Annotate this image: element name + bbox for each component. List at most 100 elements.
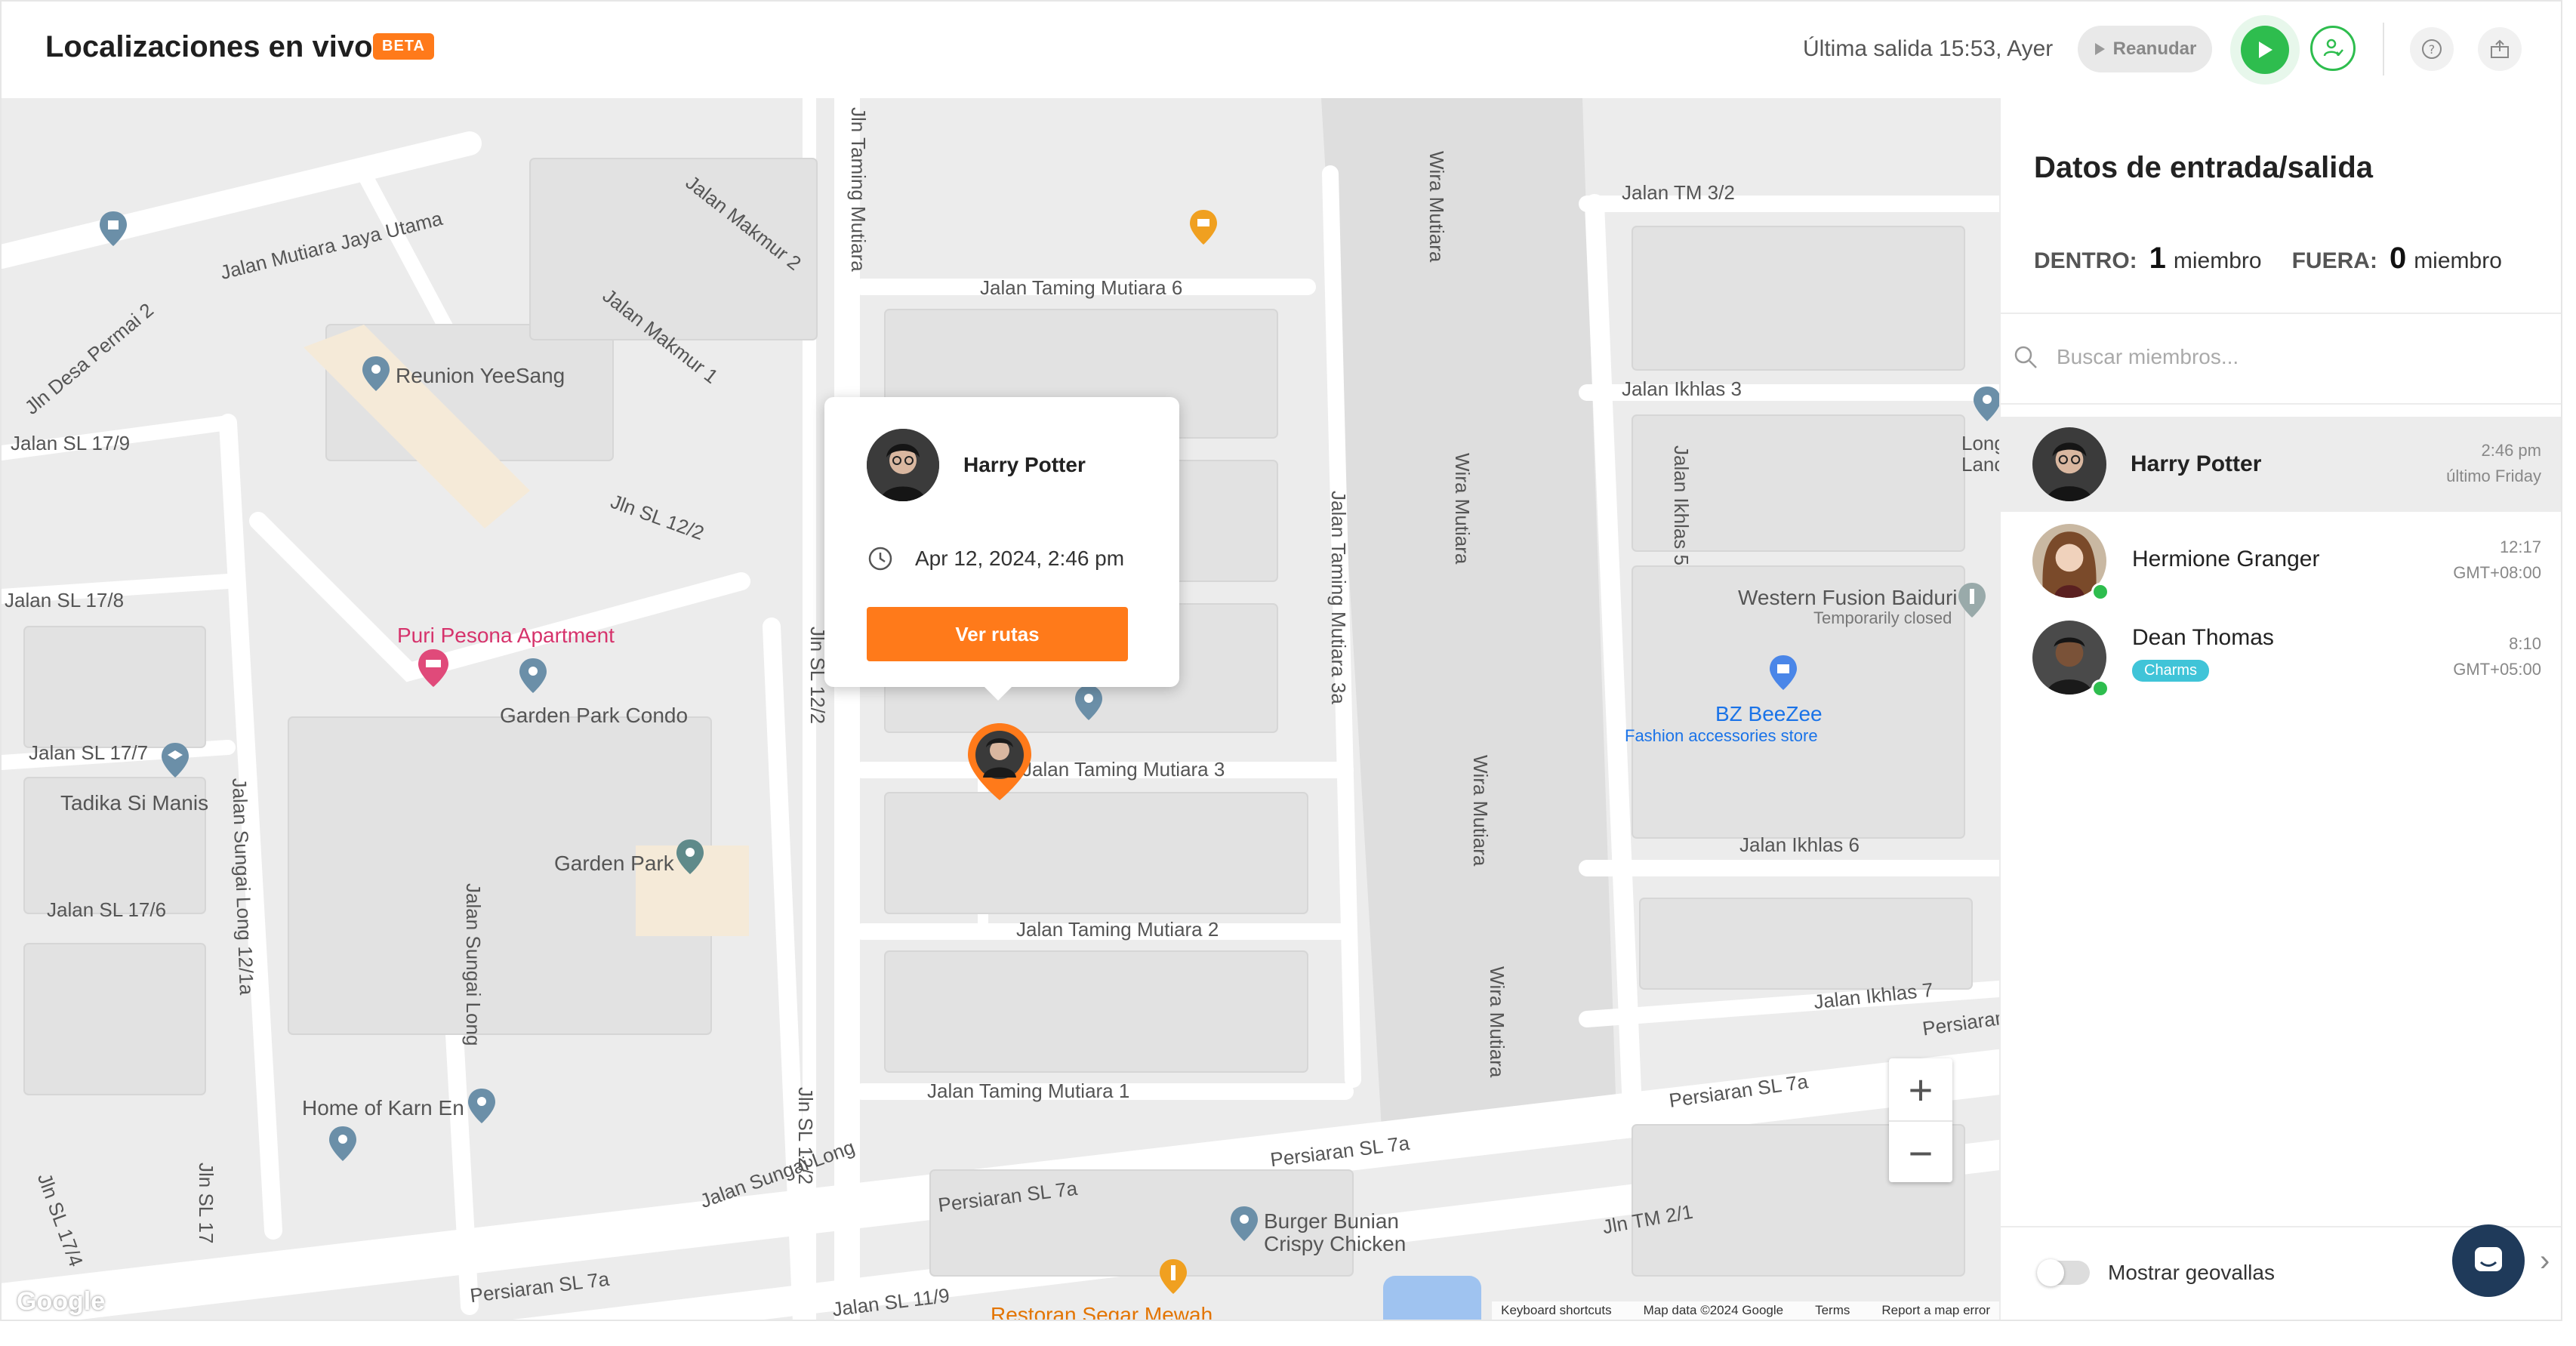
street-label: Wira Mutiara — [1469, 755, 1492, 867]
street-label: Jalan Ikhlas 6 — [1739, 833, 1860, 856]
member-time: 12:17 GMT+08:00 — [2453, 534, 2541, 586]
map-data-text: Map data ©2024 Google — [1643, 1303, 1784, 1317]
member-name: Harry Potter — [2131, 451, 2262, 476]
poi-label[interactable]: Puri Pesona Apartment — [397, 624, 615, 648]
play-button[interactable] — [2241, 26, 2289, 74]
search-input[interactable] — [2055, 344, 2511, 370]
popup-datetime: Apr 12, 2024, 2:46 pm — [915, 547, 1125, 570]
zoom-out-button[interactable]: − — [1889, 1120, 1952, 1184]
member-location-marker[interactable] — [963, 720, 1036, 803]
divider — [2001, 403, 2561, 405]
poi-label[interactable]: Lanc — [1961, 453, 1999, 476]
school-pin-icon — [162, 743, 189, 778]
inout-stats: DENTRO: 1 miembro FUERA: 0 miembro — [2034, 242, 2532, 276]
geofence-label: Mostrar geovallas — [2108, 1261, 2275, 1284]
place-pin-icon — [1231, 1206, 1258, 1241]
street-label: Jalan Ikhlas 5 — [1670, 445, 1693, 565]
help-button[interactable]: ? — [2410, 27, 2454, 71]
chat-icon — [2475, 1247, 2502, 1271]
divider — [2001, 313, 2561, 314]
street-label: Jalan Taming Mutiara 3 — [1022, 758, 1225, 781]
place-pin-icon — [362, 356, 390, 391]
map-attribution: Keyboard shortcuts Map data ©2024 Google… — [1492, 1301, 1999, 1320]
orange-pin-icon — [968, 723, 1031, 800]
street-label: Jalan SL 17/7 — [29, 741, 149, 764]
cafe-pin-icon — [1190, 210, 1217, 245]
street-label: Jalan Ikhlas 3 — [1622, 377, 1742, 400]
poi-label[interactable]: Tadika Si Manis — [60, 791, 208, 815]
member-row-dean[interactable]: Dean Thomas Charms 8:10 GMT+05:00 — [2001, 608, 2561, 704]
chevron-right-icon[interactable]: › — [2540, 1244, 2550, 1278]
outside-count: 0 — [2389, 242, 2407, 275]
keyboard-shortcuts-link[interactable]: Keyboard shortcuts — [1501, 1303, 1611, 1318]
street-label: Jalan TM 3/2 — [1622, 181, 1735, 204]
outside-unit: miembro — [2414, 248, 2502, 273]
member-time: 8:10 GMT+05:00 — [2453, 631, 2541, 682]
terms-link[interactable]: Terms — [1815, 1303, 1850, 1318]
toggle-knob — [2037, 1259, 2064, 1286]
zoom-controls: + − — [1889, 1058, 1952, 1182]
poi-label[interactable]: Garden Park — [554, 852, 674, 876]
poi-label[interactable]: BZ BeeZee — [1715, 702, 1823, 726]
member-row-harry[interactable]: Harry Potter 2:46 pm último Friday — [2001, 417, 2561, 512]
avatar — [867, 429, 939, 501]
view-routes-button[interactable]: Ver rutas — [867, 607, 1128, 661]
member-last-day: último Friday — [2446, 467, 2541, 485]
panel-title: Datos de entrada/salida — [2034, 151, 2374, 184]
poi-label[interactable]: Reunion YeeSang — [396, 364, 565, 388]
online-status-dot — [2091, 679, 2109, 698]
restaurant-pin-icon — [1958, 583, 1986, 618]
zoom-in-button[interactable]: + — [1889, 1058, 1952, 1120]
poi-label[interactable]: Burger Bunian — [1264, 1209, 1399, 1234]
chat-button[interactable] — [2452, 1224, 2525, 1297]
street-label: Jalan Taming Mutiara 1 — [927, 1080, 1130, 1102]
live-map[interactable]: Jalan Mutiara Jaya Utama Jalan Makmur 2 … — [2, 98, 1999, 1320]
inside-unit: miembro — [2173, 248, 2262, 273]
place-pin-icon — [468, 1089, 495, 1123]
shop-pin-icon — [1770, 655, 1797, 690]
popup-member-name: Harry Potter — [963, 453, 1086, 476]
street-label: Jln SL 17 — [195, 1163, 217, 1244]
member-row-hermione[interactable]: Hermione Granger 12:17 GMT+08:00 — [2001, 512, 2561, 607]
inout-panel: Datos de entrada/salida DENTRO: 1 miembr… — [1999, 98, 2561, 1320]
poi-label[interactable]: Restoran Segar Mewah — [991, 1303, 1213, 1320]
place-pin-icon — [519, 658, 547, 693]
avatar — [2032, 427, 2106, 501]
member-timezone: GMT+05:00 — [2453, 660, 2541, 679]
poi-label[interactable]: Garden Park Condo — [500, 704, 688, 728]
inside-count: 1 — [2149, 242, 2166, 275]
member-time: 2:46 pm último Friday — [2446, 438, 2541, 489]
member-status-button[interactable] — [2310, 26, 2356, 71]
street-label: Jln Taming Mutiara — [847, 107, 870, 272]
online-status-dot — [2091, 583, 2109, 601]
member-local-time: 12:17 — [2499, 537, 2541, 556]
geofence-toggle[interactable] — [2037, 1259, 2090, 1286]
member-timezone: GMT+08:00 — [2453, 563, 2541, 582]
poi-label[interactable]: Long — [1961, 432, 1999, 455]
play-icon — [2259, 42, 2272, 58]
place-pin-icon — [1974, 387, 1999, 421]
member-last-time: 2:46 pm — [2481, 441, 2542, 460]
last-exit-text: Última salida 15:53, Ayer — [1803, 36, 2054, 61]
app-window: Localizaciones en vivo BETA Última salid… — [0, 0, 2562, 1321]
header-divider — [2383, 23, 2384, 75]
resume-button[interactable]: Reanudar — [2078, 26, 2212, 72]
export-button[interactable] — [2478, 27, 2522, 71]
street-label: Jalan SL 17/8 — [5, 589, 125, 611]
street-label: Jalan Taming Mutiara 2 — [1016, 918, 1219, 941]
search-icon — [2014, 346, 2037, 368]
clock-icon — [868, 547, 892, 571]
svg-text:?: ? — [2429, 42, 2436, 57]
hotel-pin-icon — [418, 649, 448, 687]
map-export-icon — [2491, 39, 2509, 58]
street-label: Wira Mutiara — [1451, 453, 1474, 565]
monument-pin-icon — [100, 211, 127, 246]
poi-label[interactable]: Western Fusion Baiduri — [1738, 586, 1958, 610]
top-bar: Localizaciones en vivo BETA Última salid… — [2, 2, 2561, 100]
street-label: Jalan Taming Mutiara 3a — [1327, 491, 1350, 704]
poi-label[interactable]: Home of Karn En — [302, 1096, 464, 1120]
member-name: Hermione Granger — [2132, 547, 2320, 571]
report-error-link[interactable]: Report a map error — [1881, 1303, 1990, 1318]
poi-label[interactable]: Crispy Chicken — [1264, 1232, 1406, 1256]
member-local-time: 8:10 — [2509, 634, 2541, 653]
